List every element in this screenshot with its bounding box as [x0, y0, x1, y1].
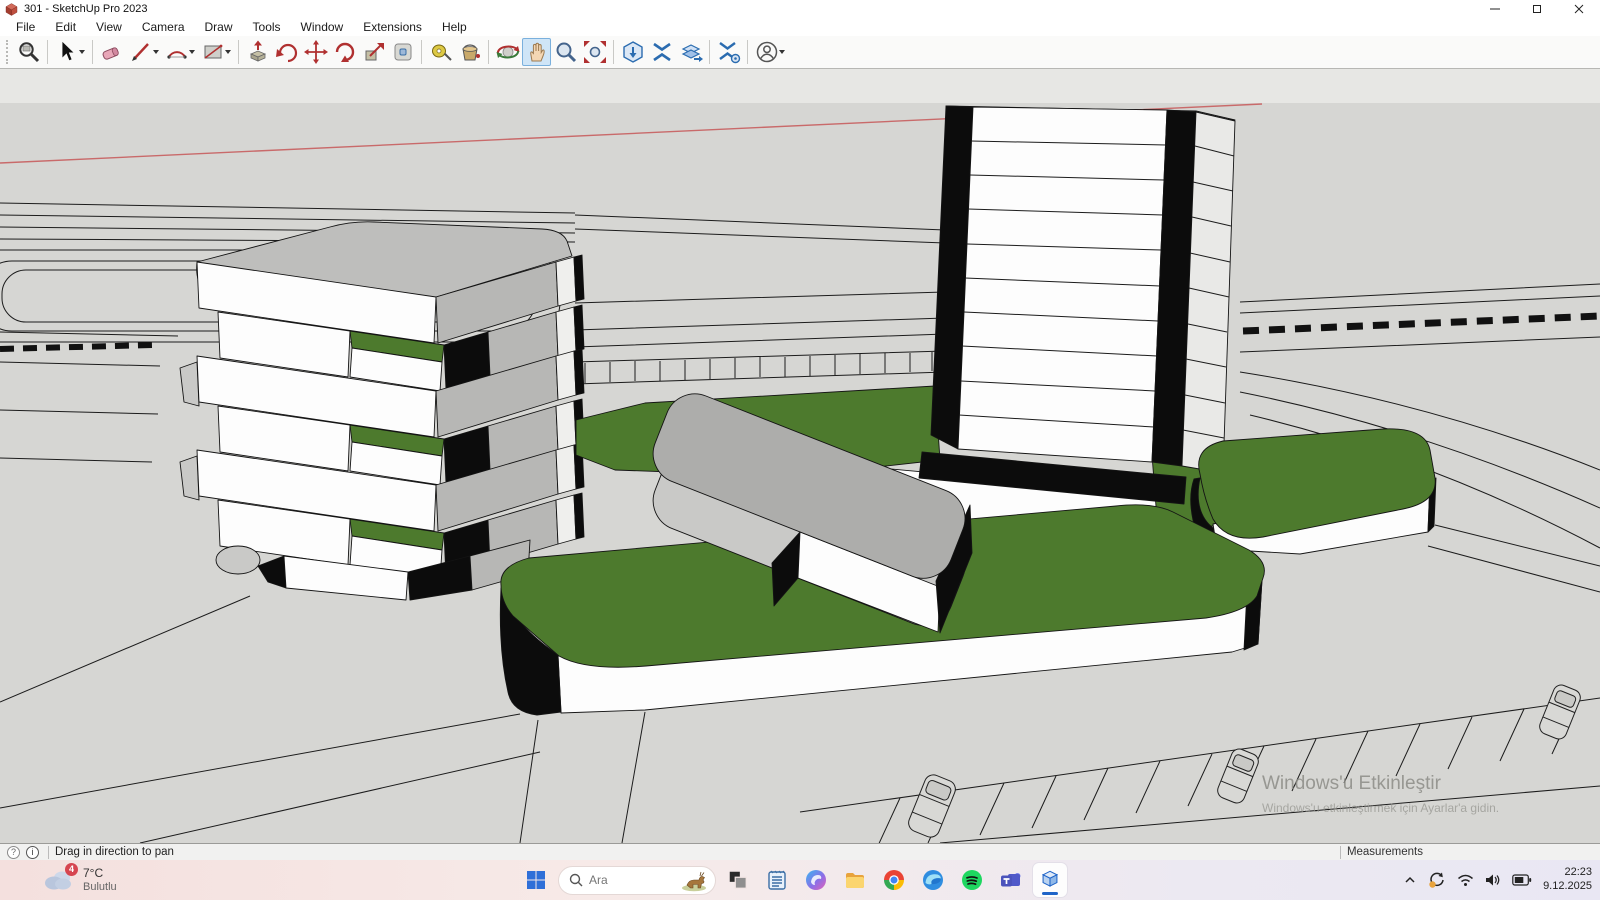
menu-bar: File Edit View Camera Draw Tools Window … — [0, 18, 1600, 36]
model-tower-building[interactable] — [931, 106, 1235, 473]
toolbar-grip[interactable] — [6, 40, 11, 64]
menu-file[interactable]: File — [6, 20, 45, 34]
weather-alert-badge: 4 — [65, 863, 78, 876]
follow-me-tool-button[interactable] — [272, 38, 301, 66]
search-input[interactable] — [589, 873, 673, 887]
extension-warehouse-button[interactable] — [647, 38, 676, 66]
volume-icon[interactable] — [1485, 873, 1501, 887]
menu-help[interactable]: Help — [432, 20, 477, 34]
line-dropdown-caret[interactable] — [153, 50, 159, 54]
taskbar-search[interactable] — [558, 866, 716, 895]
maximize-button[interactable] — [1516, 0, 1558, 18]
zoom-window-tool-button[interactable] — [14, 38, 43, 66]
model-right-lawn-mound[interactable] — [1191, 429, 1436, 554]
weather-condition: Bulutlu — [83, 881, 117, 894]
account-button[interactable] — [752, 38, 781, 66]
menu-edit[interactable]: Edit — [45, 20, 86, 34]
copilot-app-icon[interactable] — [799, 863, 833, 897]
hidden-icons-chevron[interactable] — [1403, 874, 1417, 886]
battery-icon[interactable] — [1512, 873, 1532, 887]
weather-temperature: 7°C — [83, 866, 117, 880]
sync-tray-icon[interactable] — [1428, 871, 1446, 889]
status-bar: ? i Drag in direction to pan Measurement… — [0, 843, 1600, 860]
scale-tool-button[interactable] — [359, 38, 388, 66]
model-scene[interactable] — [0, 69, 1600, 843]
sketchup-logo-icon — [5, 3, 18, 16]
rectangle-tool-button[interactable] — [198, 38, 227, 66]
toolbar-separator — [709, 40, 710, 64]
toolbar-separator — [92, 40, 93, 64]
pan-tool-button[interactable] — [522, 38, 551, 66]
select-tool-button[interactable] — [52, 38, 81, 66]
select-dropdown-caret[interactable] — [79, 50, 85, 54]
menu-draw[interactable]: Draw — [195, 20, 243, 34]
menu-extensions[interactable]: Extensions — [353, 20, 432, 34]
title-bar: 301 - SketchUp Pro 2023 — [0, 0, 1600, 18]
taskbar: 4 7°C Bulutlu — [0, 860, 1600, 900]
eraser-tool-button[interactable] — [97, 38, 126, 66]
toolbar — [0, 36, 1600, 69]
send-to-layout-button[interactable] — [676, 38, 705, 66]
active-app-indicator — [1042, 892, 1058, 895]
menu-window[interactable]: Window — [291, 20, 354, 34]
taskbar-clock[interactable]: 22:23 9.12.2025 — [1543, 866, 1592, 894]
measurements-input[interactable] — [1431, 846, 1596, 859]
arc-tool-button[interactable] — [162, 38, 191, 66]
tape-measure-tool-button[interactable] — [426, 38, 455, 66]
clock-date: 9.12.2025 — [1543, 880, 1592, 894]
status-hint: Drag in direction to pan — [55, 846, 174, 858]
rotate-tool-button[interactable] — [330, 38, 359, 66]
toolbar-separator — [488, 40, 489, 64]
move-tool-button[interactable] — [301, 38, 330, 66]
model-left-building[interactable] — [180, 222, 584, 600]
zoom-extents-tool-button[interactable] — [580, 38, 609, 66]
spotify-icon[interactable] — [955, 863, 989, 897]
status-separator — [1340, 846, 1341, 859]
chrome-icon[interactable] — [877, 863, 911, 897]
menu-tools[interactable]: Tools — [243, 20, 291, 34]
push-pull-tool-button[interactable] — [243, 38, 272, 66]
paint-bucket-tool-button[interactable] — [455, 38, 484, 66]
account-dropdown-caret[interactable] — [779, 50, 785, 54]
sketchup-taskbar-icon[interactable] — [1033, 863, 1067, 897]
geolocation-info-icon[interactable]: i — [26, 846, 39, 859]
status-separator — [48, 846, 49, 859]
search-icon — [569, 873, 583, 887]
3d-warehouse-button[interactable] — [618, 38, 647, 66]
extension-manager-button[interactable] — [714, 38, 743, 66]
toolbar-separator — [238, 40, 239, 64]
help-icon[interactable]: ? — [7, 846, 20, 859]
zoom-tool-button[interactable] — [551, 38, 580, 66]
minimize-button[interactable] — [1474, 0, 1516, 18]
task-view-button[interactable] — [721, 863, 755, 897]
edge-icon[interactable] — [916, 863, 950, 897]
orbit-tool-button[interactable] — [493, 38, 522, 66]
viewport-canvas[interactable]: Windows'u Etkinleştir Windows'u etkinleş… — [0, 69, 1600, 843]
notepad-app-icon[interactable] — [760, 863, 794, 897]
toolbar-separator — [747, 40, 748, 64]
wifi-icon[interactable] — [1457, 873, 1474, 887]
clock-time: 22:23 — [1543, 866, 1592, 880]
menu-camera[interactable]: Camera — [132, 20, 195, 34]
search-highlight-deer-image — [679, 868, 709, 892]
menu-view[interactable]: View — [86, 20, 132, 34]
weather-widget[interactable]: 4 7°C Bulutlu — [42, 866, 117, 894]
close-button[interactable] — [1558, 0, 1600, 18]
toolbar-separator — [47, 40, 48, 64]
offset-tool-button[interactable] — [388, 38, 417, 66]
toolbar-separator — [421, 40, 422, 64]
window-title: 301 - SketchUp Pro 2023 — [24, 3, 148, 15]
rectangle-dropdown-caret[interactable] — [225, 50, 231, 54]
teams-icon[interactable] — [994, 863, 1028, 897]
line-tool-button[interactable] — [126, 38, 155, 66]
arc-dropdown-caret[interactable] — [189, 50, 195, 54]
sky — [0, 69, 1600, 103]
file-explorer-icon[interactable] — [838, 863, 872, 897]
toolbar-separator — [613, 40, 614, 64]
start-button[interactable] — [519, 863, 553, 897]
measurements-label: Measurements — [1347, 846, 1423, 858]
